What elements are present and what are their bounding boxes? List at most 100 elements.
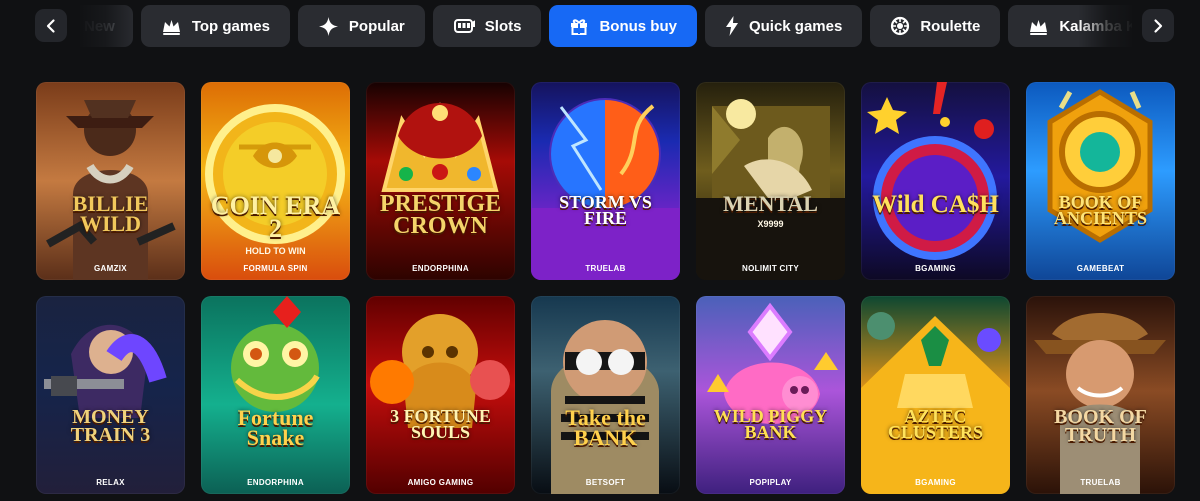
lightning-icon — [725, 16, 738, 36]
game-art — [46, 100, 176, 280]
gift-icon — [571, 19, 588, 35]
sparkle-icon — [318, 16, 338, 36]
game-title-wrap: STORM VS FIRE — [537, 192, 674, 229]
game-card[interactable]: Wild CA$H BGAMING — [861, 82, 1010, 280]
game-art — [370, 314, 510, 428]
game-provider: ENDORPHINA — [412, 264, 469, 273]
game-title-wrap: AZTEC CLUSTERS — [867, 406, 1004, 443]
game-provider: NOLIMIT CITY — [742, 264, 799, 273]
game-title-wrap: PRESTIGE CROWN — [372, 191, 509, 239]
game-provider: BGAMING — [915, 264, 956, 273]
game-provider: TRUELAB — [1080, 478, 1121, 487]
game-card[interactable]: COIN ERA 2 HOLD TO WIN FORMULA SPIN — [201, 82, 350, 280]
game-title-wrap: WILD PIGGY BANK — [702, 406, 839, 443]
game-grid: BILLIE WILD GAMZIX COIN ERA 2 HOLD TO WIN FO… — [36, 82, 1175, 494]
game-title: 3 FORTUNE SOULS — [390, 406, 491, 443]
game-title-wrap: Fortune Snake — [207, 405, 344, 450]
game-provider: BGAMING — [915, 478, 956, 487]
game-provider: FORMULA SPIN — [243, 264, 308, 273]
game-title: BILLIE WILD — [72, 191, 149, 236]
game-art — [867, 82, 997, 260]
game-card[interactable]: MONEY TRAIN 3 RELAX — [36, 296, 185, 494]
category-label: New — [84, 17, 115, 35]
category-tab-roulette[interactable]: Roulette — [870, 5, 1001, 47]
scroll-right-button[interactable] — [1142, 9, 1174, 42]
game-art — [531, 98, 680, 280]
category-tab-kalamba-kash[interactable]: Kalamba Kash — [1008, 5, 1132, 47]
game-title: MONEY TRAIN 3 — [70, 406, 151, 446]
game-provider: GAMZIX — [94, 264, 127, 273]
game-art — [231, 296, 320, 412]
game-card[interactable]: BOOK OF ANCIENTS GAMEBEAT — [1026, 82, 1175, 280]
game-title-wrap: Wild CA$H — [867, 191, 1004, 218]
game-title: STORM VS FIRE — [559, 192, 652, 229]
category-label: Top games — [191, 17, 270, 35]
game-provider: ENDORPHINA — [247, 478, 304, 487]
game-title: MENTAL — [723, 191, 818, 216]
category-label: Slots — [484, 17, 522, 35]
category-tab-top-games[interactable]: Top games — [140, 5, 290, 47]
crown-icon — [162, 19, 180, 35]
game-provider: TRUELAB — [585, 264, 626, 273]
game-title-wrap: BILLIE WILD — [42, 191, 179, 236]
category-tab-new[interactable]: New — [80, 5, 133, 47]
game-title-wrap: COIN ERA 2 HOLD TO WIN — [207, 193, 344, 256]
game-card[interactable]: BILLIE WILD GAMZIX — [36, 82, 185, 280]
category-label: Quick games — [748, 17, 843, 35]
game-title: Take the BANK — [565, 405, 646, 450]
game-provider: GAMEBEAT — [1076, 264, 1125, 273]
game-card[interactable]: STORM VS FIRE TRUELAB — [531, 82, 680, 280]
game-title-wrap: Take the BANK — [537, 405, 674, 450]
game-title: Fortune Snake — [237, 405, 314, 450]
game-title-wrap: BOOK OF ANCIENTS — [1032, 192, 1169, 229]
game-title: BOOK OF TRUTH — [1054, 406, 1147, 446]
game-art — [44, 324, 167, 418]
game-card[interactable]: AZTEC CLUSTERS BGAMING — [861, 296, 1010, 494]
crown-icon — [1030, 19, 1048, 35]
game-provider: AMIGO GAMING — [407, 478, 474, 487]
game-provider: POPIPLAY — [749, 478, 792, 487]
game-title: AZTEC CLUSTERS — [887, 406, 984, 443]
category-tab-slots[interactable]: Slots — [432, 5, 542, 47]
category-label: Roulette — [920, 17, 981, 35]
game-art — [861, 312, 1010, 494]
game-art — [696, 99, 845, 280]
game-card[interactable]: MENTAL X9999 NOLIMIT CITY — [696, 82, 845, 280]
category-label: Popular — [348, 17, 405, 35]
game-art — [1034, 313, 1166, 494]
game-art — [1047, 89, 1153, 243]
game-subtitle: X9999 — [757, 218, 784, 229]
game-card[interactable]: 3 FORTUNE SOULS AMIGO GAMING — [366, 296, 515, 494]
scroll-left-button[interactable] — [35, 9, 67, 42]
game-title: BOOK OF ANCIENTS — [1053, 192, 1148, 229]
category-tab-bonus-buy[interactable]: Bonus buy — [549, 5, 697, 47]
game-card[interactable]: WILD PIGGY BANK POPIPLAY — [696, 296, 845, 494]
game-art — [551, 320, 659, 494]
game-title: Wild CA$H — [872, 191, 999, 218]
game-title-wrap: 3 FORTUNE SOULS — [372, 406, 509, 443]
category-nav: New Top games Popular Slots Bonus buy Quick g… — [0, 0, 1200, 52]
category-strip: New Top games Popular Slots Bonus buy Quick g… — [80, 4, 1132, 48]
category-label: Kalamba Kash — [1059, 17, 1132, 35]
chevron-left-icon — [46, 18, 55, 33]
game-card[interactable]: PRESTIGE CROWN ENDORPHINA — [366, 82, 515, 280]
game-art — [707, 302, 838, 424]
category-tab-quick-games[interactable]: Quick games — [704, 5, 863, 47]
game-subtitle: HOLD TO WIN — [245, 245, 306, 256]
chevron-right-icon — [1154, 18, 1163, 33]
roulette-icon — [891, 16, 910, 36]
game-title: PRESTIGE CROWN — [379, 191, 502, 239]
game-provider: BETSOFT — [585, 478, 626, 487]
category-tab-popular[interactable]: Popular — [297, 5, 425, 47]
game-card[interactable]: BOOK OF TRUTH TRUELAB — [1026, 296, 1175, 494]
game-title-wrap: MONEY TRAIN 3 — [42, 406, 179, 446]
slot-machine-icon — [453, 19, 475, 33]
category-label: Bonus buy — [599, 17, 677, 35]
game-provider: RELAX — [96, 478, 125, 487]
game-title-wrap: MENTAL X9999 — [702, 191, 839, 229]
game-title: WILD PIGGY BANK — [713, 406, 828, 443]
game-card[interactable]: Fortune Snake ENDORPHINA — [201, 296, 350, 494]
game-art — [381, 101, 499, 192]
game-title-wrap: BOOK OF TRUTH — [1032, 406, 1169, 446]
game-card[interactable]: Take the BANK BETSOFT — [531, 296, 680, 494]
